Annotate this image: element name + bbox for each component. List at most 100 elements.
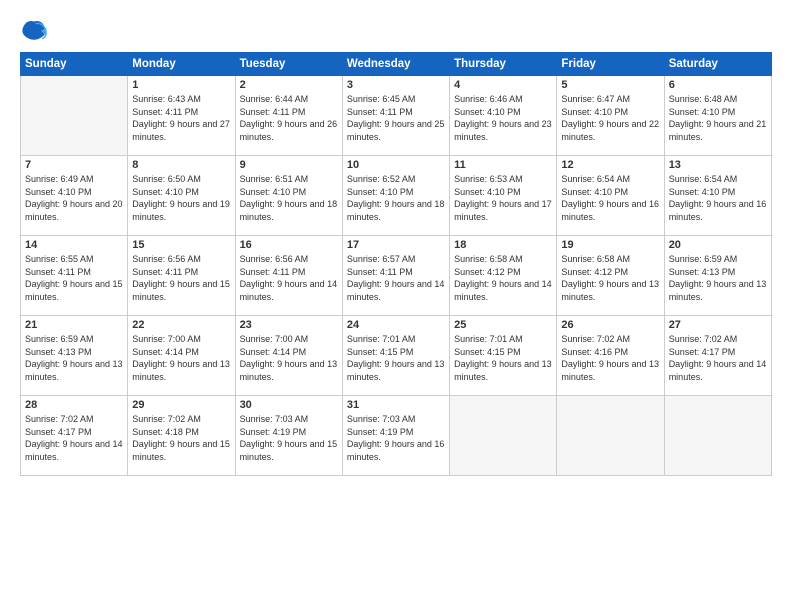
day-number: 6 [669,79,767,91]
day-info: Sunrise: 6:52 AMSunset: 4:10 PMDaylight:… [347,173,445,223]
day-number: 25 [454,319,552,331]
calendar-cell [557,396,664,476]
day-number: 21 [25,319,123,331]
calendar-cell: 17Sunrise: 6:57 AMSunset: 4:11 PMDayligh… [342,236,449,316]
calendar-cell: 4Sunrise: 6:46 AMSunset: 4:10 PMDaylight… [450,76,557,156]
day-info: Sunrise: 7:03 AMSunset: 4:19 PMDaylight:… [347,413,445,463]
day-number: 11 [454,159,552,171]
calendar-cell: 25 Sunrise: 7:01 AMSunset: 4:15 PMDayligh… [450,316,557,396]
calendar-cell [450,396,557,476]
calendar-cell: 26 Sunrise: 7:02 AMSunset: 4:16 PMDayligh… [557,316,664,396]
day-number: 8 [132,159,230,171]
calendar-week-row: 7 Sunrise: 6:49 AMSunset: 4:10 PMDaylight… [21,156,772,236]
day-number: 10 [347,159,445,171]
calendar-cell: 18Sunrise: 6:58 AMSunset: 4:12 PMDayligh… [450,236,557,316]
calendar-header-saturday: Saturday [664,53,771,76]
calendar-cell: 6 Sunrise: 6:48 AMSunset: 4:10 PMDaylight… [664,76,771,156]
day-info: Sunrise: 6:47 AMSunset: 4:10 PMDaylight:… [561,93,659,143]
day-number: 28 [25,399,123,411]
day-number: 7 [25,159,123,171]
calendar-cell: 28 Sunrise: 7:02 AMSunset: 4:17 PMDayligh… [21,396,128,476]
calendar-cell: 23 Sunrise: 7:00 AMSunset: 4:14 PMDayligh… [235,316,342,396]
calendar-cell: 14Sunrise: 6:55 AMSunset: 4:11 PMDayligh… [21,236,128,316]
calendar-cell: 27 Sunrise: 7:02 AMSunset: 4:17 PMDayligh… [664,316,771,396]
day-info: Sunrise: 6:49 AMSunset: 4:10 PMDaylight:… [25,173,123,223]
calendar-week-row: 28 Sunrise: 7:02 AMSunset: 4:17 PMDayligh… [21,396,772,476]
calendar-cell: 19Sunrise: 6:58 AMSunset: 4:12 PMDayligh… [557,236,664,316]
day-info: Sunrise: 6:56 AMSunset: 4:11 PMDaylight:… [132,253,230,303]
calendar-header-sunday: Sunday [21,53,128,76]
day-info: Sunrise: 6:50 AMSunset: 4:10 PMDaylight:… [132,173,230,223]
calendar-cell: 29 Sunrise: 7:02 AMSunset: 4:18 PMDayligh… [128,396,235,476]
day-number: 12 [561,159,659,171]
day-info: Sunrise: 6:43 AMSunset: 4:11 PMDaylight:… [132,93,230,143]
calendar-cell: 12 Sunrise: 6:54 AMSunset: 4:10 PMDayligh… [557,156,664,236]
calendar-cell: 13 Sunrise: 6:54 AMSunset: 4:10 PMDayligh… [664,156,771,236]
calendar-header-tuesday: Tuesday [235,53,342,76]
day-info: Sunrise: 7:00 AMSunset: 4:14 PMDaylight:… [240,333,338,383]
day-info: Sunrise: 6:53 AMSunset: 4:10 PMDaylight:… [454,173,552,223]
calendar-cell: 31 Sunrise: 7:03 AMSunset: 4:19 PMDayligh… [342,396,449,476]
day-info: Sunrise: 7:01 AMSunset: 4:15 PMDaylight:… [454,333,552,383]
calendar-header-wednesday: Wednesday [342,53,449,76]
day-info: Sunrise: 7:02 AMSunset: 4:16 PMDaylight:… [561,333,659,383]
day-info: Sunrise: 7:00 AMSunset: 4:14 PMDaylight:… [132,333,230,383]
day-info: Sunrise: 6:44 AMSunset: 4:11 PMDaylight:… [240,93,338,143]
day-info: Sunrise: 7:02 AMSunset: 4:17 PMDaylight:… [25,413,123,463]
calendar-table: SundayMondayTuesdayWednesdayThursdayFrid… [20,52,772,476]
day-number: 5 [561,79,659,91]
day-number: 22 [132,319,230,331]
day-number: 26 [561,319,659,331]
day-info: Sunrise: 7:02 AMSunset: 4:17 PMDaylight:… [669,333,767,383]
calendar-cell: 20 Sunrise: 6:59 AMSunset: 4:13 PMDayligh… [664,236,771,316]
calendar-cell: 24 Sunrise: 7:01 AMSunset: 4:15 PMDayligh… [342,316,449,396]
header [20,18,772,46]
calendar-cell: 11 Sunrise: 6:53 AMSunset: 4:10 PMDayligh… [450,156,557,236]
day-info: Sunrise: 7:02 AMSunset: 4:18 PMDaylight:… [132,413,230,463]
day-number: 14 [25,239,123,251]
day-info: Sunrise: 7:03 AMSunset: 4:19 PMDaylight:… [240,413,338,463]
calendar-header-friday: Friday [557,53,664,76]
calendar-week-row: 14Sunrise: 6:55 AMSunset: 4:11 PMDayligh… [21,236,772,316]
calendar-cell: 10 Sunrise: 6:52 AMSunset: 4:10 PMDayligh… [342,156,449,236]
day-number: 4 [454,79,552,91]
day-number: 2 [240,79,338,91]
day-number: 23 [240,319,338,331]
day-number: 20 [669,239,767,251]
day-info: Sunrise: 6:58 AMSunset: 4:12 PMDaylight:… [454,253,552,303]
day-number: 30 [240,399,338,411]
day-number: 29 [132,399,230,411]
calendar-cell: 2 Sunrise: 6:44 AMSunset: 4:11 PMDaylight… [235,76,342,156]
calendar-week-row: 1 Sunrise: 6:43 AMSunset: 4:11 PMDaylight… [21,76,772,156]
day-info: Sunrise: 6:54 AMSunset: 4:10 PMDaylight:… [669,173,767,223]
logo [20,18,52,46]
day-info: Sunrise: 6:45 AMSunset: 4:11 PMDaylight:… [347,93,445,143]
calendar-cell: 3Sunrise: 6:45 AMSunset: 4:11 PMDaylight… [342,76,449,156]
day-info: Sunrise: 6:57 AMSunset: 4:11 PMDaylight:… [347,253,445,303]
day-number: 27 [669,319,767,331]
day-info: Sunrise: 7:01 AMSunset: 4:15 PMDaylight:… [347,333,445,383]
day-info: Sunrise: 6:59 AMSunset: 4:13 PMDaylight:… [669,253,767,303]
calendar-header-thursday: Thursday [450,53,557,76]
calendar-cell: 21 Sunrise: 6:59 AMSunset: 4:13 PMDayligh… [21,316,128,396]
calendar-cell: 16Sunrise: 6:56 AMSunset: 4:11 PMDayligh… [235,236,342,316]
calendar-header-monday: Monday [128,53,235,76]
calendar-cell: 5 Sunrise: 6:47 AMSunset: 4:10 PMDaylight… [557,76,664,156]
day-number: 31 [347,399,445,411]
calendar-cell [664,396,771,476]
day-info: Sunrise: 6:51 AMSunset: 4:10 PMDaylight:… [240,173,338,223]
day-info: Sunrise: 6:54 AMSunset: 4:10 PMDaylight:… [561,173,659,223]
day-number: 24 [347,319,445,331]
logo-icon [20,18,48,46]
day-info: Sunrise: 6:56 AMSunset: 4:11 PMDaylight:… [240,253,338,303]
day-number: 19 [561,239,659,251]
day-number: 1 [132,79,230,91]
page: SundayMondayTuesdayWednesdayThursdayFrid… [0,0,792,612]
calendar-week-row: 21 Sunrise: 6:59 AMSunset: 4:13 PMDayligh… [21,316,772,396]
calendar-cell [21,76,128,156]
calendar-cell: 22 Sunrise: 7:00 AMSunset: 4:14 PMDayligh… [128,316,235,396]
day-number: 13 [669,159,767,171]
calendar-cell: 8 Sunrise: 6:50 AMSunset: 4:10 PMDaylight… [128,156,235,236]
day-info: Sunrise: 6:48 AMSunset: 4:10 PMDaylight:… [669,93,767,143]
day-info: Sunrise: 6:59 AMSunset: 4:13 PMDaylight:… [25,333,123,383]
